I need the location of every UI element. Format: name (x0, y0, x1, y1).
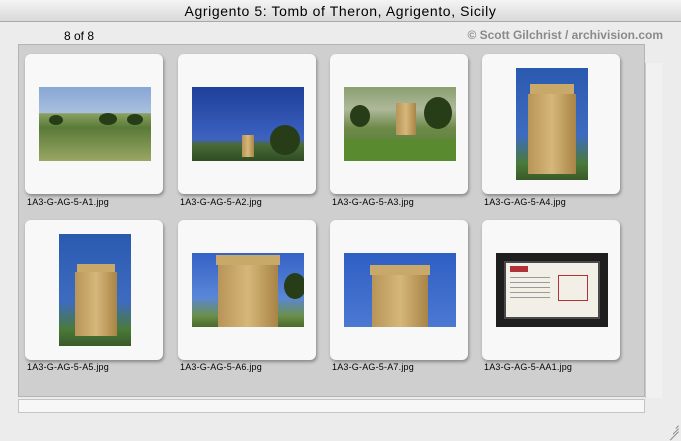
status-bar (18, 399, 645, 413)
thumbnail-card[interactable] (482, 54, 620, 194)
window-title: Agrigento 5: Tomb of Theron, Agrigento, … (0, 0, 681, 22)
copyright-credit: © Scott Gilchrist / archivision.com (467, 28, 663, 42)
thumbnail-filename: 1A3-G-AG-5-A5.jpg (27, 362, 109, 372)
thumbnail-filename: 1A3-G-AG-5-A1.jpg (27, 197, 109, 207)
thumbnail-image (59, 234, 131, 346)
thumbnail-filename: 1A3-G-AG-5-A3.jpg (332, 197, 414, 207)
thumbnail-card[interactable] (482, 220, 620, 360)
thumbnail-image (344, 87, 456, 161)
thumbnail-card[interactable] (25, 220, 163, 360)
thumbnail-image (192, 253, 304, 327)
thumbnail-card[interactable] (178, 220, 316, 360)
thumbnail-filename: 1A3-G-AG-5-A6.jpg (180, 362, 262, 372)
thumbnail-card[interactable] (25, 54, 163, 194)
thumbnail-image (516, 68, 588, 180)
thumbnail-filename: 1A3-G-AG-5-A4.jpg (484, 197, 566, 207)
thumbnail-image (192, 87, 304, 161)
thumbnail-image (39, 87, 151, 161)
thumbnail-card[interactable] (178, 54, 316, 194)
thumbnail-filename: 1A3-G-AG-5-AA1.jpg (484, 362, 573, 372)
thumbnail-filename: 1A3-G-AG-5-A2.jpg (180, 197, 262, 207)
thumbnail-image (496, 253, 608, 327)
thumbnail-filename: 1A3-G-AG-5-A7.jpg (332, 362, 414, 372)
vertical-scrollbar[interactable] (645, 63, 662, 398)
resize-grip-icon[interactable] (665, 418, 679, 441)
thumbnail-image (344, 253, 456, 327)
thumbnail-card[interactable] (330, 220, 468, 360)
thumbnail-card[interactable] (330, 54, 468, 194)
image-counter: 8 of 8 (64, 29, 95, 43)
